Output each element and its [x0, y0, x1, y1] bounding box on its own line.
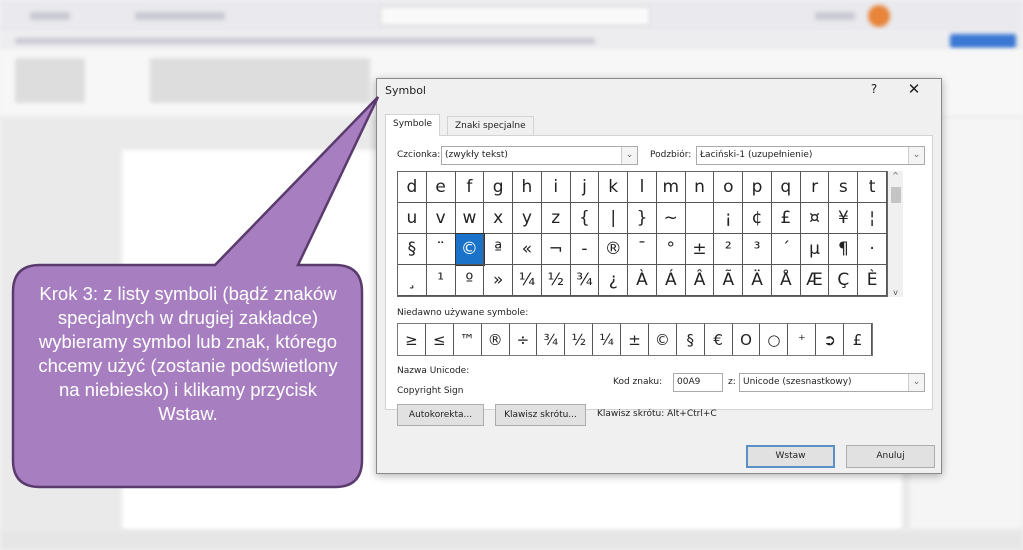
tab-symbols[interactable]: Symbole — [385, 114, 441, 136]
callout-bubble — [11, 96, 380, 489]
callout-text: Krok 3: z listy symboli (bądź znaków spe… — [38, 283, 338, 424]
